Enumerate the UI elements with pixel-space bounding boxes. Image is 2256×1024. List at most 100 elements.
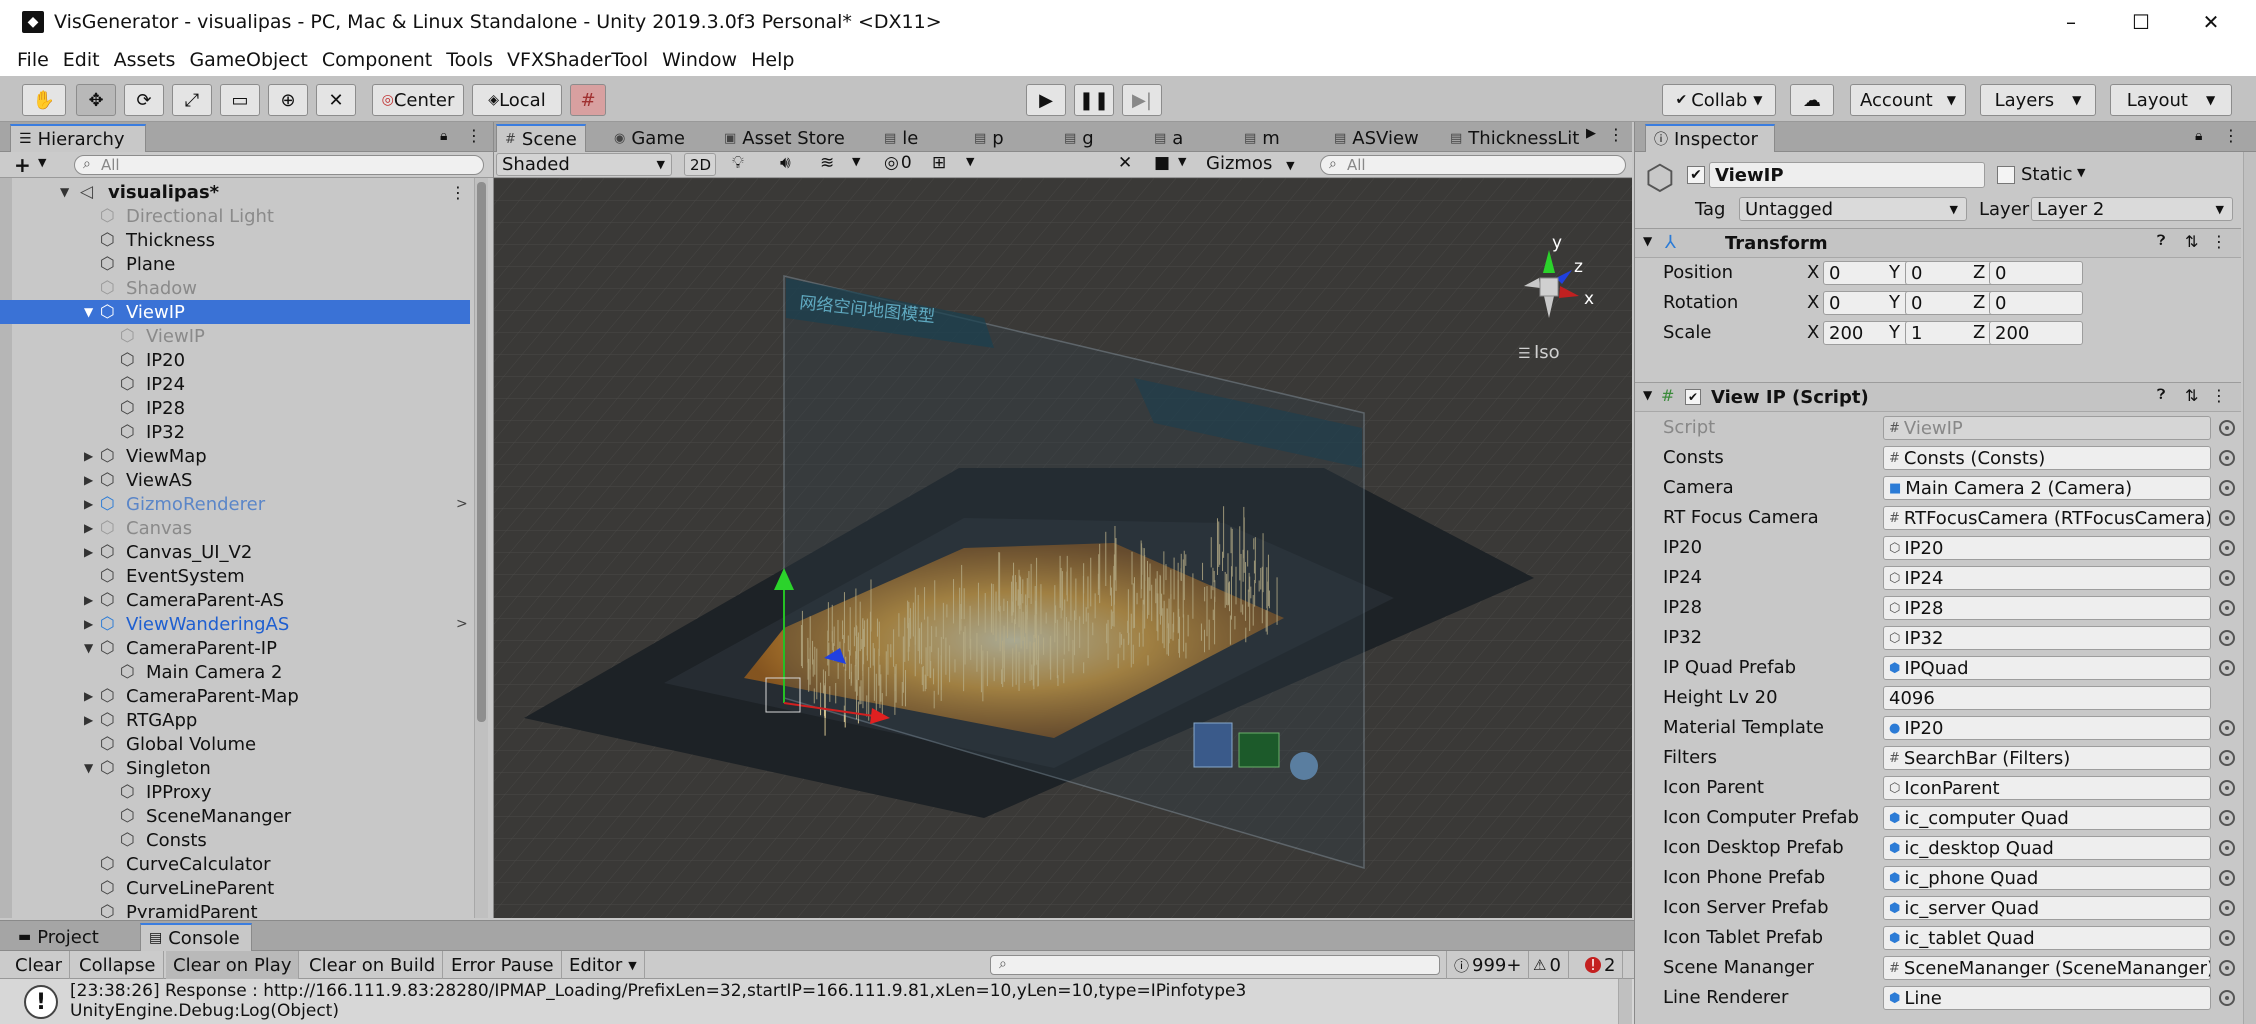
audio-toggle-icon[interactable]: 🔊︎ — [780, 153, 791, 173]
hierarchy-item[interactable]: ⬡ Shadow — [0, 276, 470, 300]
collapse-button[interactable]: Collapse — [72, 951, 164, 979]
dropdown-arrow-icon[interactable]: ▼ — [38, 156, 46, 169]
effects-toggle-icon[interactable]: ≋ — [820, 153, 834, 173]
expand-arrow-icon[interactable]: ▶ — [84, 545, 98, 559]
panel-menu-icon[interactable]: ⋮ — [466, 126, 482, 145]
tab-overflow-icon[interactable]: ▶ — [1586, 126, 1596, 141]
component-menu-icon[interactable]: ⋮ — [2211, 386, 2227, 405]
scene-visibility-button[interactable]: ◎ 0 — [884, 153, 912, 173]
clear-on-build-button[interactable]: Clear on Build — [302, 951, 444, 979]
help-icon[interactable]: ❓︎ — [2157, 387, 2165, 403]
collapse-arrow-icon[interactable]: ▼ — [84, 641, 98, 655]
hierarchy-item[interactable]: ⬡ Consts — [0, 828, 470, 852]
collab-dropdown[interactable]: ✔ Collab ▼ — [1662, 84, 1776, 116]
hierarchy-item[interactable]: ⬡ IP32 — [0, 420, 470, 444]
collapse-arrow-icon[interactable]: ▼ — [1643, 388, 1652, 402]
hierarchy-item[interactable]: ⬡ ViewIP — [0, 324, 470, 348]
hierarchy-item[interactable]: ▶ ⬡ CameraParent-AS — [0, 588, 470, 612]
preset-icon[interactable]: ⇅ — [2185, 386, 2198, 405]
menu-file[interactable]: File — [10, 49, 56, 71]
object-picker-icon[interactable] — [2219, 780, 2235, 796]
object-reference-field[interactable]: ⬢ ic_computer Quad — [1883, 806, 2211, 830]
tab-hierarchy[interactable]: ☰ Hierarchy — [10, 124, 146, 152]
dropdown-arrow-icon[interactable]: ▼ — [2077, 166, 2085, 179]
log-entry[interactable]: ! [23:38:26] Response : http://166.111.9… — [0, 979, 1616, 1024]
expand-arrow-icon[interactable]: ▶ — [84, 449, 98, 463]
transform-component-header[interactable]: ▼ ⅄ Transform ❓︎ ⇅ ⋮ — [1635, 228, 2241, 258]
rotation-z-field[interactable]: 0 — [1989, 291, 2083, 315]
warning-count-toggle[interactable]: ⚠ 0 — [1526, 951, 1569, 979]
hierarchy-item[interactable]: ▶ ⬡ Canvas_UI_V2 — [0, 540, 470, 564]
object-reference-field[interactable]: ⬡ IconParent — [1883, 776, 2211, 800]
expand-arrow-icon[interactable]: ▶ — [84, 473, 98, 487]
hierarchy-item[interactable]: ⬡ CurveCalculator — [0, 852, 470, 876]
panel-menu-icon[interactable]: ⋮ — [2223, 126, 2239, 145]
hierarchy-item[interactable]: ⬡ EventSystem — [0, 564, 470, 588]
inspector-scrollbar[interactable] — [2243, 152, 2256, 1024]
hierarchy-item[interactable]: ▼ ⬡ ViewIP — [0, 300, 470, 324]
object-picker-icon[interactable] — [2219, 750, 2235, 766]
object-picker-icon[interactable] — [2219, 570, 2235, 586]
object-picker-icon[interactable] — [2219, 930, 2235, 946]
menu-help[interactable]: Help — [744, 49, 801, 71]
expand-arrow-icon[interactable]: ▼ — [60, 185, 74, 199]
tab-project[interactable]: ▬ Project — [10, 923, 120, 951]
object-reference-field[interactable]: ⬢ ic_tablet Quad — [1883, 926, 2211, 950]
object-picker-icon[interactable] — [2219, 660, 2235, 676]
collapse-arrow-icon[interactable]: ▼ — [84, 305, 98, 319]
hierarchy-item[interactable]: ⬡ Plane — [0, 252, 470, 276]
maximize-icon[interactable]: ☐ — [2106, 0, 2176, 44]
object-reference-field[interactable]: # Consts (Consts) — [1883, 446, 2211, 470]
scale-x-field[interactable]: 200 — [1823, 321, 1917, 345]
layout-dropdown[interactable]: Layout ▼ — [2110, 84, 2232, 116]
object-picker-icon[interactable] — [2219, 540, 2235, 556]
hierarchy-item[interactable]: ⬡ IPProxy — [0, 780, 470, 804]
space-local-button[interactable]: ◈ Local — [472, 84, 562, 116]
dropdown-arrow-icon[interactable]: ▼ — [852, 155, 860, 168]
clear-button[interactable]: Clear — [8, 951, 71, 979]
object-reference-field[interactable]: # SceneMananger (SceneMananger) — [1883, 956, 2211, 980]
hierarchy-item[interactable]: ⬡ SceneMananger — [0, 804, 470, 828]
static-checkbox[interactable] — [1997, 166, 2015, 184]
object-reference-field[interactable]: # RTFocusCamera (RTFocusCamera) — [1883, 506, 2211, 530]
grid-snap-icon[interactable]: # — [570, 84, 606, 116]
hierarchy-item[interactable]: ▶ ⬡ GizmoRenderer > — [0, 492, 470, 516]
dropdown-arrow-icon[interactable]: ▼ — [966, 155, 974, 168]
script-enabled-checkbox[interactable]: ✔ — [1685, 389, 1701, 405]
rotation-x-field[interactable]: 0 — [1823, 291, 1917, 315]
tab-g[interactable]: ▤ g — [1056, 124, 1102, 152]
scene-root-row[interactable]: ▼ ◁ visualipas* ⋮ — [0, 180, 470, 204]
menu-window[interactable]: Window — [655, 49, 744, 71]
play-button[interactable]: ▶ — [1026, 84, 1066, 116]
hierarchy-item[interactable]: ⬡ PyramidParent — [0, 900, 470, 919]
active-checkbox[interactable]: ✔ — [1687, 166, 1705, 184]
log-count-toggle[interactable]: ⓘ 999+ — [1446, 951, 1530, 979]
cloud-button[interactable]: ☁ — [1790, 84, 1834, 116]
preset-icon[interactable]: ⇅ — [2185, 232, 2198, 251]
object-picker-icon[interactable] — [2219, 870, 2235, 886]
shading-mode-dropdown[interactable]: Shaded ▼ — [496, 153, 672, 176]
position-z-field[interactable]: 0 — [1989, 261, 2083, 285]
menu-edit[interactable]: Edit — [56, 49, 107, 71]
hierarchy-scroll-thumb[interactable] — [477, 182, 486, 722]
menu-assets[interactable]: Assets — [107, 49, 183, 71]
hierarchy-item[interactable]: ▼ ⬡ Singleton — [0, 756, 470, 780]
hierarchy-item[interactable]: ⬡ Thickness — [0, 228, 470, 252]
grid-toggle-icon[interactable]: ⊞ — [932, 153, 946, 173]
expand-arrow-icon[interactable]: ▶ — [84, 689, 98, 703]
hierarchy-item[interactable]: ▶ ⬡ Canvas — [0, 516, 470, 540]
object-picker-icon[interactable] — [2219, 900, 2235, 916]
hand-tool-icon[interactable]: ✋ — [22, 84, 66, 116]
hierarchy-item[interactable]: ⬡ CurveLineParent — [0, 876, 470, 900]
hierarchy-item[interactable]: ⬡ IP24 — [0, 372, 470, 396]
close-icon[interactable]: ✕ — [2176, 0, 2246, 44]
menu-vfxshadertool[interactable]: VFXShaderTool — [500, 49, 655, 71]
object-picker-icon[interactable] — [2219, 510, 2235, 526]
object-picker-icon[interactable] — [2219, 630, 2235, 646]
object-picker-icon[interactable] — [2219, 810, 2235, 826]
tab-scene[interactable]: # Scene — [496, 124, 586, 152]
move-tool-icon[interactable]: ✥ — [76, 84, 116, 116]
tab-game[interactable]: ◉ Game — [606, 124, 693, 152]
open-prefab-chevron-icon[interactable]: > — [456, 496, 468, 512]
expand-arrow-icon[interactable]: ▶ — [84, 713, 98, 727]
